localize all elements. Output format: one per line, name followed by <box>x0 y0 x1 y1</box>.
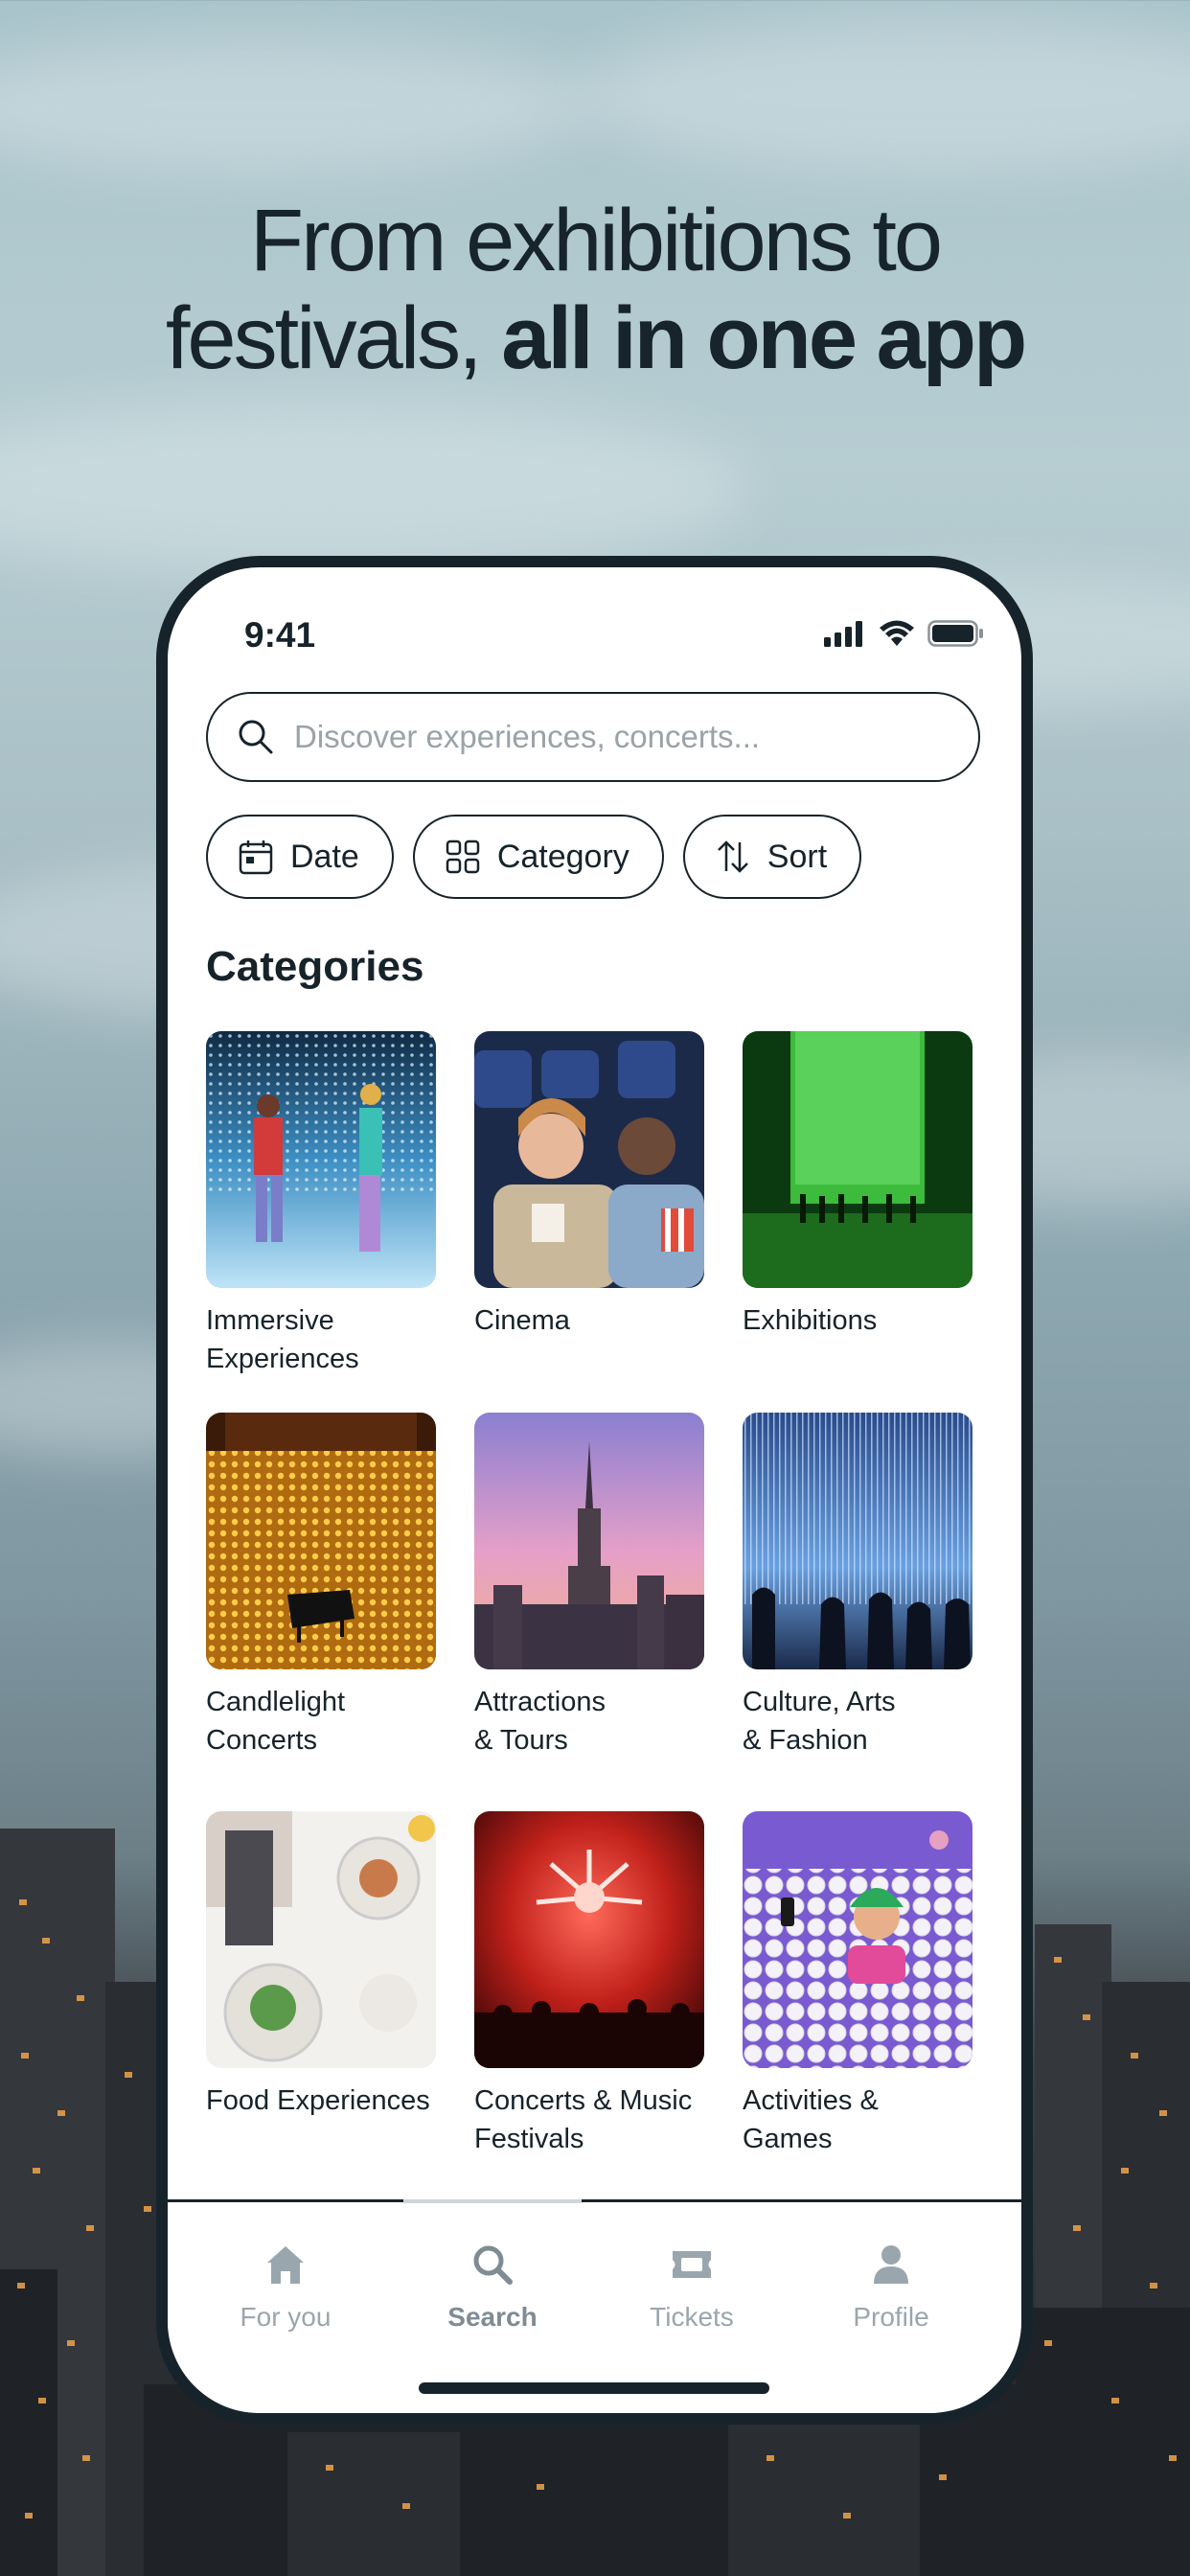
category-tile-culture[interactable]: Culture, Arts & Fashion <box>743 1413 973 1760</box>
sort-button[interactable]: Sort <box>682 815 862 899</box>
category-label: Food Experiences <box>206 2085 430 2116</box>
calendar-icon <box>239 840 273 875</box>
date-filter-label: Date <box>290 838 359 875</box>
status-time: 9:41 <box>244 615 316 655</box>
tab-label: Tickets <box>650 2302 734 2332</box>
tab-label: Search <box>447 2302 538 2332</box>
phone-screen: 9:41 Discover experiences, concerts... D… <box>168 567 1021 2413</box>
home-icon <box>267 2246 304 2284</box>
tab-profile[interactable]: Profile <box>810 2241 973 2333</box>
category-tile-candlelight[interactable]: Candlelight Concerts <box>206 1413 436 1760</box>
category-tile-immersive[interactable]: Immersive Experiences <box>206 1031 436 1378</box>
category-filter-button[interactable]: Category <box>412 815 664 899</box>
category-tile-exhibitions[interactable]: Exhibitions <box>743 1031 973 1340</box>
categories-heading: Categories <box>206 943 424 990</box>
bottom-tab-bar: For you Search Tickets Profile <box>168 2199 1021 2413</box>
tab-search[interactable]: Search <box>411 2241 574 2333</box>
category-label: Cinema <box>474 1305 570 1336</box>
date-filter-button[interactable]: Date <box>206 815 394 899</box>
category-tile-attractions[interactable]: Attractions & Tours <box>474 1413 704 1760</box>
search-input[interactable]: Discover experiences, concerts... <box>206 692 980 782</box>
tab-label: For you <box>240 2302 332 2332</box>
category-label: Attractions & Tours <box>474 1687 606 1756</box>
sort-arrows-icon <box>717 840 748 873</box>
search-icon <box>473 2245 513 2285</box>
category-label: Culture, Arts & Fashion <box>743 1687 896 1756</box>
search-placeholder: Discover experiences, concerts... <box>294 719 761 754</box>
culture-image <box>743 1413 973 1669</box>
wifi-icon <box>880 620 914 646</box>
grid-icon <box>446 840 480 874</box>
headline-bold: all in one app <box>501 289 1027 387</box>
home-indicator <box>419 2382 769 2394</box>
category-tile-activities[interactable]: Activities & Games <box>743 1811 973 2158</box>
headline-line-2: festivals, all in one app <box>0 289 1190 387</box>
attractions-image <box>474 1413 704 1669</box>
immersive-image <box>206 1031 436 1288</box>
tab-tickets[interactable]: Tickets <box>610 2241 773 2333</box>
category-label: Activities & Games <box>743 2085 879 2154</box>
search-icon <box>239 720 273 754</box>
headline-regular: festivals, <box>165 289 502 387</box>
signal-icon <box>824 621 862 647</box>
person-icon <box>874 2245 908 2284</box>
status-icons <box>824 619 985 648</box>
category-label: Candlelight Concerts <box>206 1687 346 1756</box>
active-tab-indicator <box>403 2199 582 2203</box>
activities-image <box>743 1811 973 2068</box>
tab-label: Profile <box>853 2302 929 2332</box>
concerts-image <box>474 1811 704 2068</box>
category-tile-food[interactable]: Food Experiences <box>206 1811 436 2120</box>
marketing-headline: From exhibitions to festivals, all in on… <box>0 192 1190 387</box>
food-image <box>206 1811 436 2068</box>
phone-frame: 9:41 Discover experiences, concerts... D… <box>156 556 1033 2425</box>
category-filter-label: Category <box>496 838 629 875</box>
cinema-image <box>474 1031 704 1288</box>
ticket-icon <box>673 2251 711 2278</box>
candlelight-image <box>206 1413 436 1669</box>
category-label: Immersive Experiences <box>206 1305 359 1374</box>
sort-label: Sort <box>767 838 828 875</box>
filter-chips: Date Category Sort <box>206 815 862 899</box>
category-tile-cinema[interactable]: Cinema <box>474 1031 704 1340</box>
category-tile-concerts[interactable]: Concerts & Music Festivals <box>474 1811 704 2158</box>
status-bar: 9:41 <box>168 615 1021 663</box>
category-label: Concerts & Music Festivals <box>474 2085 693 2154</box>
battery-icon <box>927 620 983 647</box>
tab-for-you[interactable]: For you <box>204 2241 367 2333</box>
category-label: Exhibitions <box>743 1305 878 1336</box>
headline-line-1: From exhibitions to <box>249 192 943 289</box>
exhibitions-image <box>743 1031 973 1288</box>
